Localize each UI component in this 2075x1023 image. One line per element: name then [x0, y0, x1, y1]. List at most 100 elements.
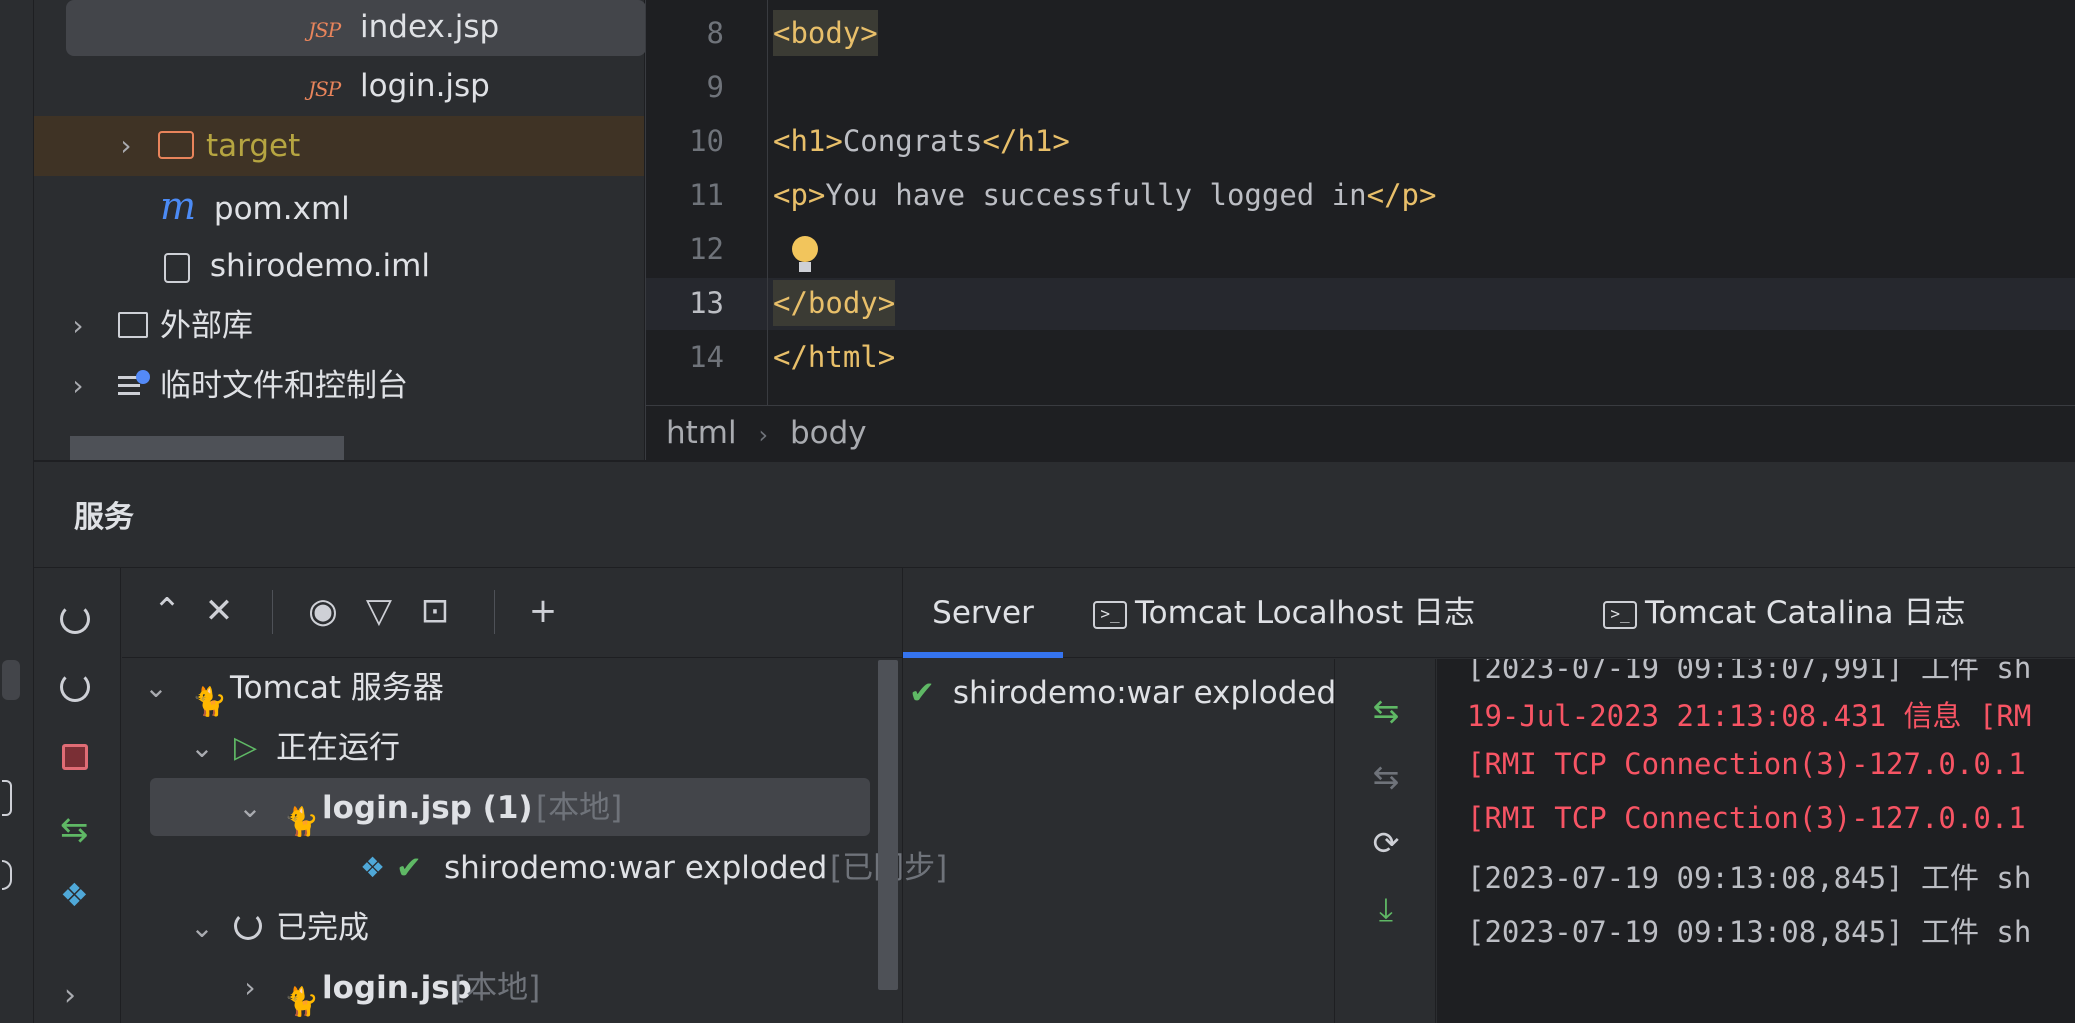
folder-icon	[158, 131, 194, 159]
chevron-right-icon[interactable]: ›	[114, 116, 138, 176]
refresh-icon[interactable]	[60, 604, 90, 634]
log-line: [RMI TCP Connection(3)-127.0.0.1	[1467, 801, 2026, 835]
code-line-14: </html>	[773, 340, 895, 374]
tree-item-shirodemo-iml[interactable]: shirodemo.iml	[164, 236, 430, 296]
services-tree: ⌄ 🐈 Tomcat 服务器 ⌄ ▷ 正在运行 ⌄ 🐈 login.jsp (1…	[122, 658, 947, 1023]
check-icon: ✔	[396, 850, 422, 886]
tree-item-pom-xml[interactable]: m pom.xml	[160, 176, 350, 236]
chevron-down-icon[interactable]: ⌄	[238, 778, 262, 838]
deployment-actions: ⇆ ⇆ ⟳ ⤓	[1336, 659, 1436, 1023]
restart-debug-icon[interactable]	[60, 672, 90, 702]
library-icon	[118, 312, 148, 338]
tree-item-index-jsp[interactable]: JSP index.jsp	[308, 0, 499, 57]
deployment-list: ✔ shirodemo:war exploded	[903, 659, 1336, 1023]
stop-icon[interactable]	[62, 744, 88, 770]
code-token: <h1>	[773, 124, 843, 158]
new-group-icon[interactable]: ⊡	[410, 586, 460, 636]
chevron-right-icon[interactable]: ›	[66, 356, 90, 416]
services-side-toolbar: ⇆ ❖ ›	[34, 568, 121, 1023]
log-console[interactable]: [2023-07-19 09:13:07,991] 工件 sh 19-Jul-2…	[1437, 659, 2075, 1023]
detail-tabs: Server >_ Tomcat Localhost 日志 >_ Tomcat Ca…	[903, 568, 2075, 658]
scratch-icon	[118, 370, 152, 400]
add-service-icon[interactable]: +	[518, 586, 568, 636]
chevron-down-icon[interactable]: ⌄	[190, 898, 214, 958]
code-token: You have successfully logged in	[825, 178, 1367, 212]
terminal-tool-icon[interactable]	[2, 780, 12, 816]
problems-tool-icon[interactable]	[2, 860, 12, 890]
horizontal-scrollbar[interactable]	[70, 436, 344, 460]
tree-item-label: 正在运行	[276, 730, 400, 766]
filter-icon[interactable]: ▽	[354, 586, 404, 636]
scroll-to-end-icon[interactable]: ⤓	[1364, 887, 1408, 931]
tree-item-label: 外部库	[160, 308, 253, 344]
breadcrumb-separator: ›	[758, 421, 769, 449]
code-line-11: <p>You have successfully logged in</p>	[773, 178, 1436, 212]
breadcrumb-body[interactable]: body	[790, 415, 867, 451]
tab-server[interactable]: Server	[903, 568, 1063, 658]
refresh-icon[interactable]: ⟳	[1364, 821, 1408, 865]
artifact-icon: ❖	[360, 851, 386, 884]
deploy-icon[interactable]: ⇆	[60, 810, 89, 850]
toolbar-separator	[494, 590, 495, 634]
code-token: </html>	[773, 340, 896, 374]
eye-icon[interactable]: ◉	[298, 586, 348, 636]
project-tree: JSP index.jsp JSP login.jsp › target m p…	[34, 0, 646, 460]
code-token: </p>	[1366, 178, 1437, 212]
tree-item-label: shirodemo.iml	[209, 248, 430, 284]
collapse-all-icon[interactable]: ✕	[194, 586, 244, 636]
chevron-down-icon[interactable]: ⌄	[144, 658, 168, 718]
artifact-icon[interactable]: ❖	[60, 876, 89, 914]
services-title: 服务	[74, 500, 134, 535]
tree-item-tag: [本地]	[536, 790, 623, 826]
run-icon: ▷	[234, 730, 258, 765]
line-number: 12	[689, 232, 724, 266]
log-line: [RMI TCP Connection(3)-127.0.0.1	[1467, 747, 2026, 781]
services-tool-icon[interactable]	[2, 660, 20, 700]
log-line: [2023-07-19 09:13:08,845] 工件 sh	[1467, 915, 2032, 949]
jsp-file-icon: JSP	[308, 18, 341, 42]
chevron-down-icon[interactable]: ⌄	[190, 718, 214, 778]
undeploy-icon[interactable]: ⇆	[1364, 755, 1408, 799]
line-gutter: 8 9 10 11 12 13 14	[646, 0, 768, 405]
log-line: 19-Jul-2023 21:13:08.431 信息 [RM	[1467, 699, 2032, 733]
tree-item-label: target	[206, 128, 301, 164]
vertical-scrollbar[interactable]	[878, 660, 898, 990]
deployment-label: shirodemo:war exploded	[952, 675, 1337, 711]
tree-item-label: 已完成	[276, 910, 369, 946]
breadcrumb-html[interactable]: html	[666, 415, 737, 451]
tree-item-label: shirodemo:war exploded	[444, 850, 828, 886]
module-file-icon	[164, 252, 190, 283]
breadcrumb: html › body	[646, 405, 2075, 460]
tab-label: Server	[932, 595, 1034, 631]
chevron-right-icon[interactable]: ›	[66, 296, 90, 356]
expand-all-icon[interactable]: ⌃	[142, 586, 192, 636]
code-editor[interactable]: 8 9 10 11 12 13 14 <body> <h1>Congrats</…	[645, 0, 2075, 460]
left-tool-strip	[0, 0, 34, 1023]
tree-item-login-jsp[interactable]: JSP login.jsp	[308, 56, 490, 116]
log-line: [2023-07-19 09:13:08,845] 工件 sh	[1467, 861, 2032, 895]
services-panel: ⇆ ❖ › ⌃ ✕ ◉ ▽ ⊡ + ⌄ 🐈 Tomcat 服务器 ⌄ ▷ 正在运…	[34, 567, 2075, 1023]
chevron-right-icon[interactable]: ›	[238, 958, 262, 1018]
code-token: </body>	[773, 280, 896, 326]
tree-item-label: index.jsp	[360, 9, 500, 45]
line-number: 14	[689, 340, 724, 374]
tab-tomcat-catalina-log[interactable]: >_ Tomcat Catalina 日志	[1603, 568, 1965, 658]
deploy-icon[interactable]: ⇆	[1364, 689, 1408, 733]
line-number: 11	[689, 178, 724, 212]
tab-label: Tomcat Catalina 日志	[1645, 595, 1966, 631]
tree-item-label: login.jsp	[360, 68, 490, 104]
tab-tomcat-localhost-log[interactable]: >_ Tomcat Localhost 日志	[1093, 568, 1475, 658]
deployment-item[interactable]: ✔ shirodemo:war exploded	[909, 675, 1336, 711]
check-icon: ✔	[909, 675, 935, 711]
console-icon: >_	[1093, 600, 1127, 629]
tree-item-label: pom.xml	[213, 191, 350, 227]
toolbar-separator	[272, 590, 273, 634]
maven-icon: m	[160, 184, 197, 228]
console-icon: >_	[1603, 600, 1637, 629]
line-number: 9	[706, 70, 724, 104]
code-token: </h1>	[982, 124, 1070, 158]
code-token: <p>	[773, 178, 826, 212]
chevron-right-icon[interactable]: ›	[64, 978, 76, 1013]
code-line-10: <h1>Congrats</h1>	[773, 124, 1070, 158]
line-number: 8	[706, 16, 724, 50]
